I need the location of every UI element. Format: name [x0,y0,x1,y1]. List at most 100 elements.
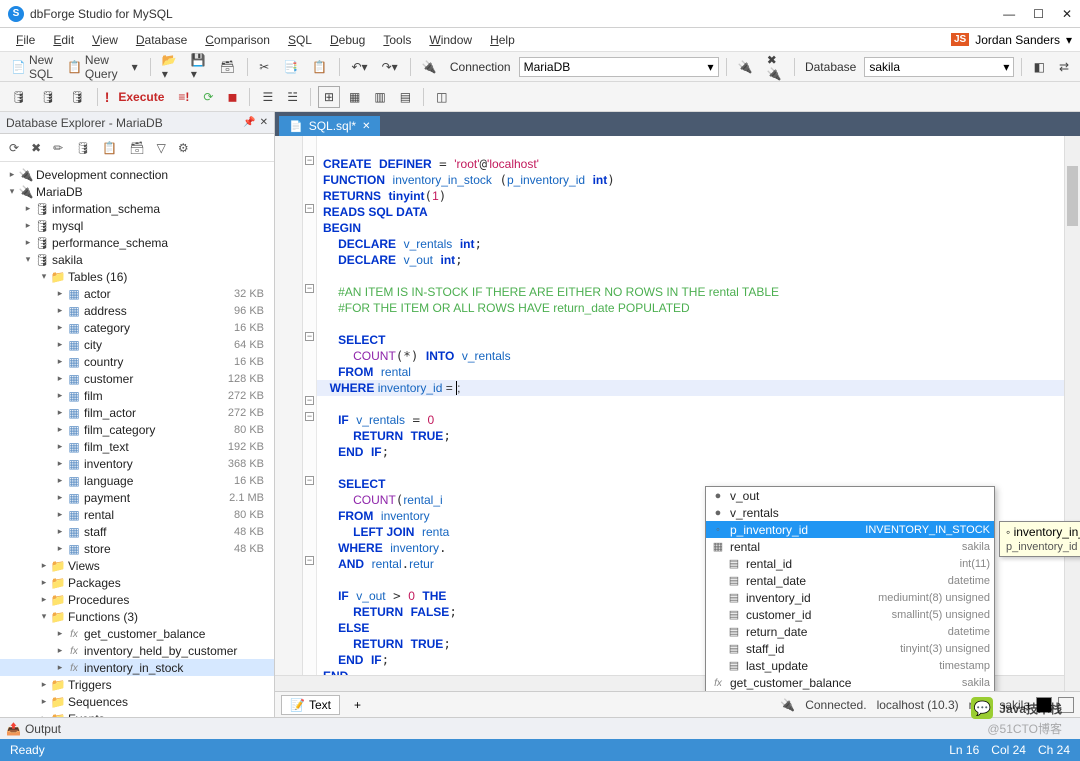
tree-node[interactable]: ▸▦city64 KB [0,336,274,353]
tree-node[interactable]: ▸▦category16 KB [0,319,274,336]
cut-icon[interactable]: ✂ [254,56,274,78]
tree-node[interactable]: ▸📁Packages [0,574,274,591]
tree-node[interactable]: ▸🛢information_schema [0,200,274,217]
tree-node[interactable]: ▸▦staff48 KB [0,523,274,540]
db-icon-1[interactable]: 🛢 [6,86,31,108]
grid-icon[interactable]: ⊞ [318,86,340,108]
exclaim-icon[interactable]: ! [105,89,110,105]
execute-button[interactable]: Execute [113,86,169,108]
tree-tool1-icon[interactable]: ✖ [26,138,46,158]
save-icon[interactable]: 💾▾ [186,51,211,83]
close-button[interactable]: ✕ [1062,7,1072,21]
tree-node[interactable]: ▸▦inventory368 KB [0,455,274,472]
intelli-item[interactable]: ◦p_inventory_idINVENTORY_IN_STOCK [706,521,994,538]
stop-icon[interactable]: ◼ [222,86,242,108]
user-menu[interactable]: JSJordan Sanders ▾ [951,33,1072,47]
intelli-item[interactable]: ▤rental_idint(11) [706,555,994,572]
intelli-item[interactable]: ▤last_updatetimestamp [706,657,994,674]
layout-toggle-1[interactable] [1036,697,1052,713]
tree-node[interactable]: ▾🔌MariaDB [0,183,274,200]
tree-node[interactable]: ▸▦film_category80 KB [0,421,274,438]
intelli-item[interactable]: ▤rental_datedatetime [706,572,994,589]
connection-combo[interactable]: MariaDB▾ [519,57,719,77]
connection-icon[interactable]: 🔌 [417,56,442,78]
tree-node[interactable]: ▸▦address96 KB [0,302,274,319]
intelli-item[interactable]: ▤inventory_idmediumint(8) unsigned [706,589,994,606]
tool-a-icon[interactable]: ☰ [257,86,278,108]
tree-node[interactable]: ▾🛢sakila [0,251,274,268]
output-label[interactable]: Output [25,722,61,736]
new-sql-button[interactable]: 📄 New SQL [6,51,58,83]
pin-icon[interactable]: 📌 [243,117,255,128]
menu-tools[interactable]: Tools [375,31,419,49]
tree-node[interactable]: ▸▦customer128 KB [0,370,274,387]
db-icon-2[interactable]: 🛢 [35,86,60,108]
db-icon-3[interactable]: 🛢 [64,86,89,108]
tree-node[interactable]: ▸🛢performance_schema [0,234,274,251]
intelli-item[interactable]: ▤staff_idtinyint(3) unsigned [706,640,994,657]
menu-window[interactable]: Window [421,31,480,49]
tool-c-icon[interactable]: ◫ [431,86,452,108]
database-combo[interactable]: sakila▾ [864,57,1014,77]
layout2-icon[interactable]: ▥ [369,86,390,108]
tree-tool2-icon[interactable]: ✏ [48,138,68,158]
tree-node[interactable]: ▸▦film_actor272 KB [0,404,274,421]
tool-icon-2[interactable]: ⇄ [1054,56,1074,78]
menu-edit[interactable]: Edit [45,31,82,49]
tree-filter-icon[interactable]: ▽ [152,138,171,158]
tab-close-icon[interactable]: ✕ [362,121,370,132]
intelli-item[interactable]: ▤customer_idsmallint(5) unsigned [706,606,994,623]
tree-node[interactable]: ▸🔌Development connection [0,166,274,183]
layout3-icon[interactable]: ▤ [395,86,416,108]
plug-icon[interactable]: 🔌 [733,56,758,78]
tree-node[interactable]: ▸▦country16 KB [0,353,274,370]
intelli-item[interactable]: ●v_out [706,487,994,504]
menu-sql[interactable]: SQL [280,31,320,49]
tree-tool6-icon[interactable]: ⚙ [173,138,194,158]
menu-help[interactable]: Help [482,31,523,49]
intellisense-popup[interactable]: ●v_out●v_rentals◦p_inventory_idINVENTORY… [705,486,995,691]
tree-node[interactable]: ▸fxinventory_in_stock [0,659,274,676]
tree-node[interactable]: ▸📁Procedures [0,591,274,608]
intelli-item[interactable]: fxget_customer_balancesakila [706,674,994,691]
tree-node[interactable]: ▸fxinventory_held_by_customer [0,642,274,659]
tree-tool3-icon[interactable]: 🛢 [70,138,95,158]
new-query-button[interactable]: 📋 New Query [62,51,123,83]
layout-toggle-2[interactable] [1058,697,1074,713]
tree-node[interactable]: ▸▦actor32 KB [0,285,274,302]
menu-database[interactable]: Database [128,31,195,49]
minimize-button[interactable]: — [1003,7,1015,21]
tree-node[interactable]: ▸📁Views [0,557,274,574]
tree-node[interactable]: ▸📁Triggers [0,676,274,693]
refresh-icon[interactable]: ⟳ [198,86,218,108]
tree-node[interactable]: ▸🛢mysql [0,217,274,234]
tree-node[interactable]: ▸▦payment2.1 MB [0,489,274,506]
text-tab[interactable]: 📝 Text [281,695,340,715]
tree-node[interactable]: ▸📁Events [0,710,274,717]
maximize-button[interactable]: ☐ [1033,7,1044,21]
layout-icon[interactable]: ▦ [344,86,365,108]
panel-close-icon[interactable]: ✕ [260,117,268,128]
menu-view[interactable]: View [84,31,126,49]
tree-node[interactable]: ▸📁Sequences [0,693,274,710]
menu-file[interactable]: File [8,31,43,49]
save-all-icon[interactable]: 🗃 [215,56,240,78]
tree-node[interactable]: ▸▦rental80 KB [0,506,274,523]
tool-icon-1[interactable]: ◧ [1029,56,1050,78]
menu-debug[interactable]: Debug [322,31,373,49]
refresh-tree-icon[interactable]: ⟳ [4,138,24,158]
tree-node[interactable]: ▸▦store48 KB [0,540,274,557]
tree-node[interactable]: ▸▦language16 KB [0,472,274,489]
copy-icon[interactable]: 📑 [278,56,303,78]
scrollbar-vertical[interactable] [1064,136,1080,691]
tree-node[interactable]: ▾📁Functions (3) [0,608,274,625]
tool-b-icon[interactable]: ☱ [282,86,303,108]
tree-node[interactable]: ▸▦film_text192 KB [0,438,274,455]
undo-icon[interactable]: ↶▾ [347,56,373,78]
tree-node[interactable]: ▾📁Tables (16) [0,268,274,285]
tree-node[interactable]: ▸▦film272 KB [0,387,274,404]
editor-tab[interactable]: 📄 SQL.sql* ✕ [279,116,380,136]
output-icon[interactable]: 📤 [6,722,21,736]
intelli-item[interactable]: ▤return_datedatetime [706,623,994,640]
redo-icon[interactable]: ↷▾ [377,56,403,78]
